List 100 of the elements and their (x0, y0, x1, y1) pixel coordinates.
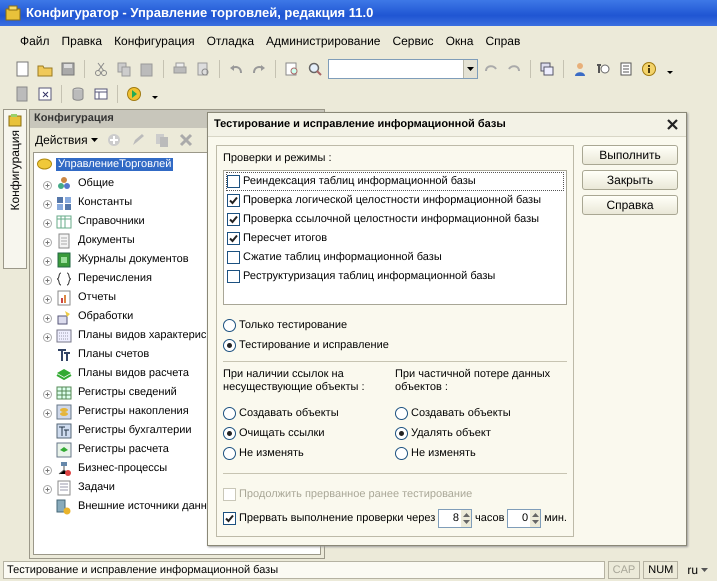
processing-icon (56, 308, 72, 324)
menu-item[interactable]: Правка (56, 32, 108, 50)
checkbox[interactable] (223, 512, 236, 525)
radio-button[interactable] (395, 406, 408, 420)
menu-item[interactable]: Конфигурация (108, 32, 201, 50)
expand-icon[interactable] (43, 236, 52, 245)
menu-item[interactable]: Справ (479, 32, 526, 50)
tree-item[interactable]: Регистры бухгалтерии (76, 424, 194, 438)
radio-label: Только тестирование (239, 318, 348, 332)
report-icon (56, 290, 72, 306)
tree-item[interactable]: УправлениеТорговлей (56, 158, 174, 172)
tree-item[interactable]: Справочники (76, 214, 147, 228)
menu-item[interactable]: Окна (440, 32, 480, 50)
shapes-icon (56, 176, 72, 192)
calculation-register-icon (56, 442, 72, 458)
expand-icon[interactable] (43, 293, 52, 302)
tree-item[interactable]: Документы (76, 234, 137, 248)
dialog-button[interactable]: Выполнить (582, 145, 678, 165)
menu-item[interactable]: Администрирование (260, 32, 386, 50)
close-icon[interactable] (664, 116, 680, 132)
checkbox[interactable] (227, 251, 240, 264)
checkbox[interactable] (227, 194, 240, 208)
language-selector[interactable]: ru (681, 562, 714, 578)
menu-item[interactable]: Сервис (386, 32, 440, 50)
tree-item[interactable]: Регистры накопления (76, 404, 191, 418)
task-list-icon (56, 480, 72, 496)
expand-icon[interactable] (43, 312, 52, 321)
checkbox-label: Продолжить прерванное ранее тестирование (239, 488, 472, 501)
checkbox-label: Проверка ссылочной целостности информационной базы (243, 213, 540, 226)
actions-menu-button[interactable]: Действия (33, 132, 100, 148)
tree-item[interactable]: Регистры сведений (76, 386, 179, 400)
status-indicator: CAP (608, 561, 640, 579)
expand-icon[interactable] (43, 483, 52, 492)
radio-button[interactable] (223, 318, 236, 332)
checkbox-label: Пересчет итогов (243, 232, 328, 246)
radio-button[interactable] (223, 426, 236, 440)
radio-label: Очищать ссылки (239, 426, 324, 440)
radio-label: Тестирование и исправление (239, 338, 389, 352)
menu-item[interactable]: Отладка (200, 32, 260, 50)
caret-icon (90, 138, 98, 142)
radio-button[interactable] (395, 446, 408, 460)
radio-label: Удалять объект (411, 426, 491, 440)
tree-item[interactable]: Константы (76, 196, 134, 210)
braces-icon (56, 270, 72, 286)
tree-item[interactable]: Регистры расчета (76, 442, 171, 456)
caret-icon (701, 568, 708, 572)
radio-label: Не изменять (411, 446, 476, 460)
app-icon (5, 4, 21, 22)
expand-icon[interactable] (43, 217, 52, 226)
tree-item[interactable]: Перечисления (76, 272, 154, 286)
unit-label: часов (475, 512, 504, 525)
expand-icon[interactable] (43, 407, 52, 416)
expand-icon[interactable] (43, 331, 52, 340)
journal-icon (56, 252, 72, 268)
radio-button[interactable] (223, 338, 236, 352)
checkbox-label: Реиндексация таблиц информационной базы (243, 175, 476, 188)
checkbox[interactable] (227, 213, 240, 226)
checkbox[interactable] (227, 175, 240, 188)
radio-button[interactable] (223, 406, 236, 420)
expand-icon[interactable] (43, 464, 52, 473)
tree-item[interactable]: Бизнес-процессы (76, 462, 170, 476)
expand-icon[interactable] (43, 255, 52, 264)
checkbox[interactable] (227, 232, 240, 246)
radio-button[interactable] (223, 446, 236, 460)
document-icon (56, 232, 72, 248)
dropdown-button[interactable] (463, 60, 477, 78)
tree-item[interactable]: Отчеты (76, 290, 118, 304)
checkbox-label: Проверка логической целостности информационной базы (243, 194, 542, 208)
search-combo-field[interactable] (328, 58, 478, 78)
tree-item[interactable]: Планы видов характерис (76, 328, 208, 342)
dialog-button[interactable]: Закрыть (582, 170, 678, 190)
tree-item[interactable]: Задачи (76, 480, 117, 494)
expand-icon[interactable] (43, 179, 52, 188)
menu-item[interactable]: Файл (14, 32, 56, 50)
checkbox[interactable] (227, 270, 240, 284)
tree-item[interactable]: Планы счетов (76, 348, 152, 362)
group-caption: При частичной потере данных объектов : (395, 368, 552, 396)
radio-label: Создавать объекты (411, 406, 511, 420)
tree-item[interactable]: Внешние источники данн (76, 500, 209, 514)
group-label: Проверки и режимы : (223, 152, 333, 166)
tree-item[interactable]: Планы видов расчета (76, 366, 192, 380)
caret-icon (467, 66, 474, 70)
number-spinner[interactable]: 8 (438, 508, 472, 528)
window-title: Конфигуратор - Управление торговлей, редакция 11.0 (26, 5, 374, 21)
status-indicator: NUM (643, 561, 678, 579)
grid-blocks-icon (56, 194, 72, 210)
root-config-icon (37, 158, 52, 172)
dialog-button[interactable]: Справка (582, 195, 678, 215)
tree-item[interactable]: Журналы документов (76, 252, 191, 266)
tree-item[interactable]: Обработки (76, 310, 136, 324)
expand-icon[interactable] (43, 274, 52, 283)
configuration-icon (8, 113, 22, 128)
radio-button[interactable] (395, 426, 408, 440)
tree-item[interactable]: Общие (76, 176, 116, 190)
expand-icon[interactable] (43, 198, 52, 207)
checkbox-label: Сжатие таблиц информационной базы (243, 251, 442, 264)
number-spinner[interactable]: 0 (507, 508, 542, 528)
checkbox-label: Реструктуризация таблиц информационной базы (243, 270, 496, 284)
columns-icon (56, 214, 72, 230)
expand-icon[interactable] (43, 388, 52, 397)
